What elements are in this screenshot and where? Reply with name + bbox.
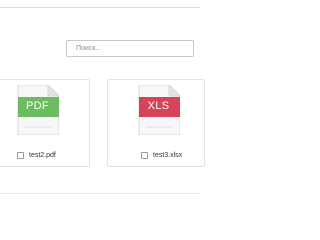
file-checkbox-xls[interactable] xyxy=(141,151,148,159)
search-input[interactable] xyxy=(66,40,194,57)
file-name-pdf[interactable]: test2.pdf xyxy=(29,152,56,159)
pdf-file-icon: PDF xyxy=(16,85,59,135)
file-manager-window: PDF XLS test2.pdf test3.xlsx xyxy=(0,0,205,200)
pdf-type-label: PDF xyxy=(26,100,49,112)
xls-type-label: XLS xyxy=(147,100,170,112)
file-checkbox-pdf[interactable] xyxy=(17,151,24,159)
file-item-pdf: test2.pdf xyxy=(17,149,56,161)
bottom-divider xyxy=(0,193,200,194)
top-divider xyxy=(0,7,200,8)
file-item-xls: test3.xlsx xyxy=(141,149,182,161)
xls-file-icon: XLS xyxy=(137,85,180,135)
file-name-xls[interactable]: test3.xlsx xyxy=(153,152,182,159)
